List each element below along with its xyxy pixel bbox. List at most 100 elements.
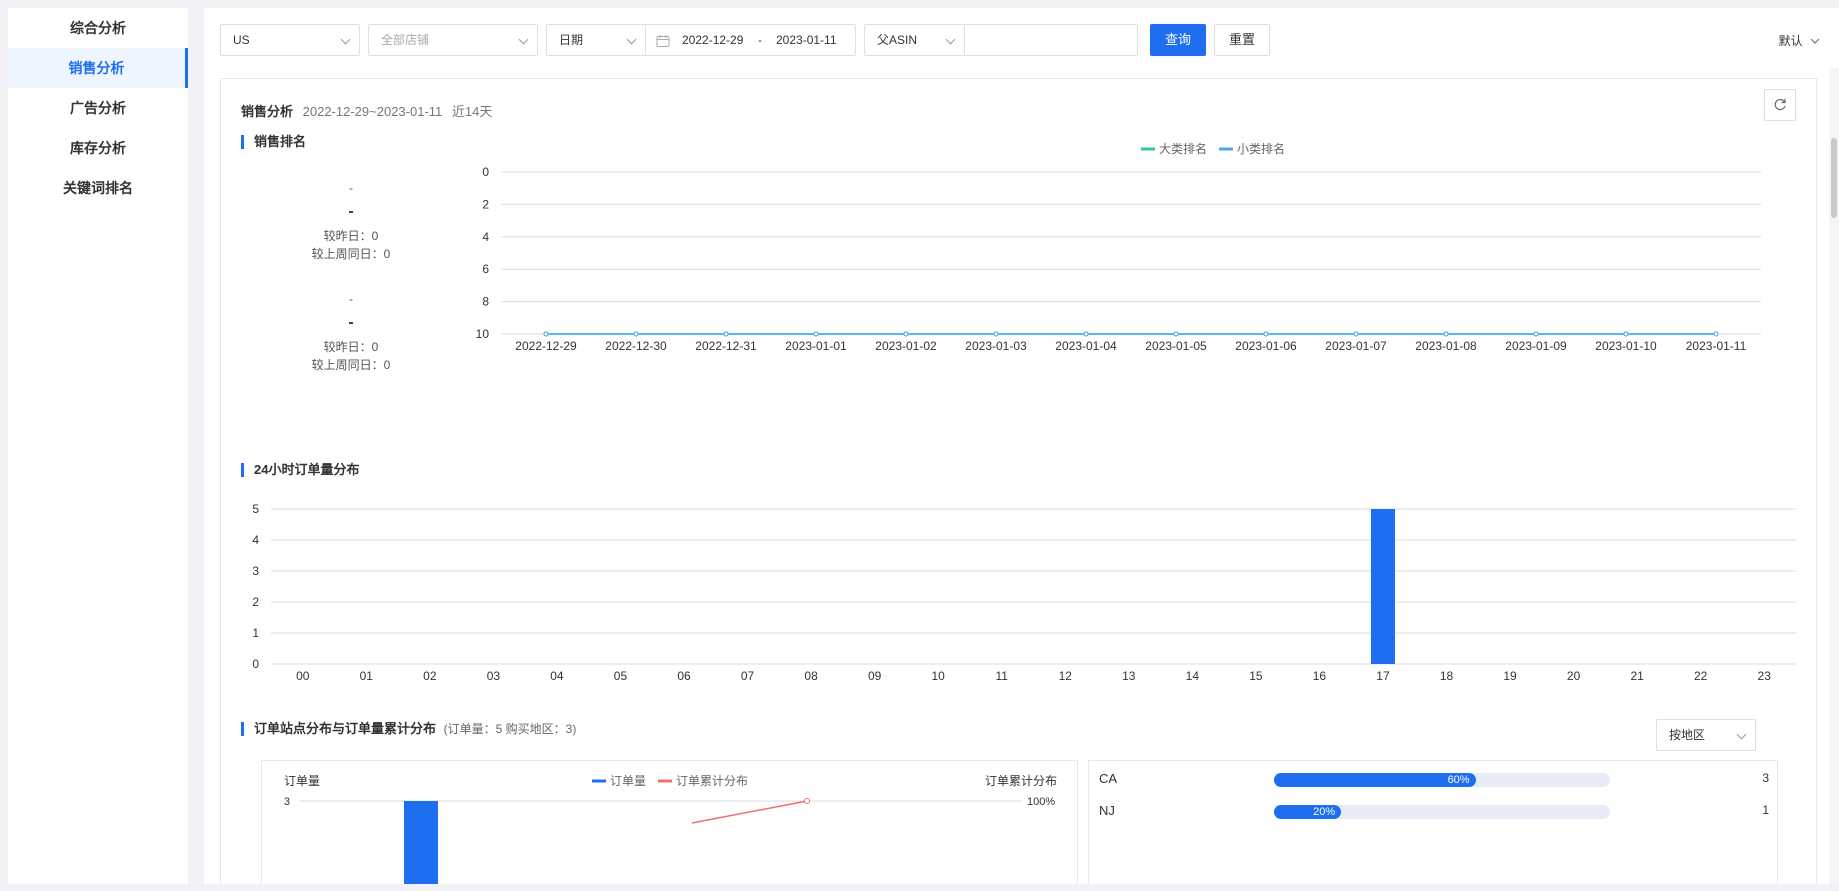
x-tick-label: 2023-01-08	[1415, 339, 1477, 353]
date-type-value: 日期	[559, 33, 584, 47]
x-tick-label: 23	[1758, 669, 1772, 683]
date-separator: -	[758, 33, 762, 47]
group-by-value: 按地区	[1669, 728, 1706, 742]
y-axis-label: 订单量	[284, 774, 320, 788]
panel-header: 销售分析 2022-12-29~2023-01-11 近14天	[241, 101, 498, 120]
hourly-section-title: 24小时订单量分布	[241, 463, 359, 477]
panel-period: 近14天	[451, 104, 493, 119]
sidebar-item-keywords[interactable]: 关键词排名	[8, 168, 188, 208]
legend-label: 订单量	[610, 774, 646, 788]
legend-label: 大类排名	[1159, 141, 1207, 156]
x-tick-label: 2022-12-29	[515, 339, 577, 353]
legend-label: 小类排名	[1237, 141, 1285, 156]
x-tick-label: 2023-01-09	[1505, 339, 1567, 353]
rank-stat-name: -	[349, 292, 353, 306]
x-tick-label: 19	[1503, 669, 1517, 683]
rank-stat-sub: - - 较昨日：0 较上周同日：0	[261, 290, 441, 374]
site-section-title-text: 订单站点分布与订单量累计分布	[254, 721, 437, 736]
x-tick-label: 11	[995, 669, 1008, 683]
main-scrollbar[interactable]	[1829, 68, 1839, 884]
data-point	[903, 331, 909, 337]
x-tick-label: 02	[423, 669, 437, 683]
region-name: CA	[1099, 771, 1118, 786]
series-line	[691, 800, 808, 824]
data-point	[993, 331, 999, 337]
rank-stat-value: -	[348, 203, 354, 220]
y-tick-label: 0	[252, 657, 259, 671]
x-tick-label: 2023-01-11	[1686, 339, 1747, 353]
refresh-button[interactable]	[1764, 89, 1796, 121]
site-section-title: 订单站点分布与订单量累计分布 (订单量：5 购买地区：3)	[241, 722, 576, 736]
y-tick-label: 8	[482, 295, 489, 309]
panel-date-range: 2022-12-29~2023-01-11	[302, 104, 443, 119]
region-count: 1	[1762, 803, 1769, 817]
data-point	[723, 331, 729, 337]
x-tick-label: 2023-01-10	[1595, 339, 1657, 353]
data-point	[1083, 331, 1089, 337]
region-bar-track: 20%	[1274, 805, 1610, 819]
y-tick-label: 1	[252, 626, 259, 640]
chevron-down-icon	[518, 34, 529, 45]
rank-stat-vs-yesterday: 较昨日：0	[323, 229, 379, 243]
x-tick-label: 2023-01-03	[965, 339, 1027, 353]
x-tick-label: 20	[1567, 669, 1581, 683]
y-tick-label: 10	[476, 327, 490, 341]
chevron-down-icon	[340, 34, 351, 45]
group-by-select[interactable]: 按地区	[1656, 719, 1756, 751]
store-select[interactable]: 全部店铺	[368, 24, 538, 56]
x-tick-label: 2023-01-06	[1235, 339, 1297, 353]
date-type-select[interactable]: 日期	[546, 24, 646, 56]
data-point	[1353, 331, 1359, 337]
default-view-label: 默认	[1778, 34, 1803, 48]
x-tick-label: 05	[614, 669, 628, 683]
x-tick-label: 2023-01-07	[1325, 339, 1387, 353]
asin-type-select[interactable]: 父ASIN	[864, 24, 965, 56]
default-view-select[interactable]: 默认	[1779, 32, 1820, 49]
reset-button[interactable]: 重置	[1214, 24, 1270, 56]
sidebar-item-overview[interactable]: 综合分析	[8, 8, 188, 48]
legend-label: 订单累计分布	[676, 774, 748, 788]
chevron-down-icon	[945, 34, 956, 45]
y2-axis-label: 订单累计分布	[985, 774, 1057, 788]
y-tick-label: 2	[482, 197, 489, 211]
region-row: NJ 20% 1	[1099, 803, 1769, 823]
chevron-down-icon	[1810, 38, 1820, 44]
calendar-icon	[656, 35, 670, 47]
data-point	[1623, 331, 1629, 337]
x-tick-label: 2022-12-31	[695, 339, 757, 353]
x-tick-label: 2023-01-05	[1145, 339, 1207, 353]
main-content: US 全部店铺 日期 2022-12-29 - 2023-01-11 父ASIN	[204, 8, 1839, 884]
x-tick-label: 2022-12-30	[605, 339, 667, 353]
data-point	[1713, 331, 1719, 337]
chevron-down-icon	[1736, 729, 1747, 740]
x-tick-label: 08	[804, 669, 818, 683]
sidebar: 综合分析 销售分析 广告分析 库存分析 关键词排名	[8, 8, 188, 884]
x-tick-label: 12	[1059, 669, 1073, 683]
x-tick-label: 15	[1249, 669, 1263, 683]
date-range-picker[interactable]: 2022-12-29 - 2023-01-11	[645, 24, 856, 56]
data-point	[1173, 331, 1179, 337]
x-tick-label: 16	[1313, 669, 1327, 683]
hourly-bar-chart: 01234500 01 02 03 04 05 06 07 08 09 10 11 12 13 14 15 16…	[252, 502, 1796, 683]
marketplace-value: US	[233, 33, 250, 47]
x-tick-label: 2023-01-02	[875, 339, 937, 353]
scrollbar-thumb[interactable]	[1831, 138, 1837, 218]
asin-input[interactable]	[964, 24, 1138, 56]
sidebar-item-inventory[interactable]: 库存分析	[8, 128, 188, 168]
data-point	[1533, 331, 1539, 337]
rank-line-chart: 0 2 4 6 8 10 2022-12-29 2022-12-30 2022-12-31 202…	[476, 141, 1761, 353]
date-start[interactable]: 2022-12-29	[682, 25, 743, 55]
marketplace-select[interactable]: US	[220, 24, 360, 56]
rank-stat-main: - - 较昨日：0 较上周同日：0	[261, 179, 441, 263]
sidebar-item-ads[interactable]: 广告分析	[8, 88, 188, 128]
sidebar-item-sales[interactable]: 销售分析	[8, 48, 188, 88]
date-end[interactable]: 2023-01-11	[776, 25, 837, 55]
region-distribution-box: CA 60% 3 NJ 20% 1	[1088, 760, 1778, 884]
region-bar-track: 60%	[1274, 773, 1610, 787]
query-button[interactable]: 查询	[1150, 24, 1206, 56]
order-cumulative-box: 订单量 订单累计分布 3 100% 订单量 订单累计分布	[261, 760, 1078, 884]
y-tick-label: 0	[482, 165, 489, 179]
asin-type-value: 父ASIN	[877, 33, 918, 47]
region-percent: 20%	[1313, 806, 1336, 818]
y-tick-label: 3	[284, 796, 290, 808]
